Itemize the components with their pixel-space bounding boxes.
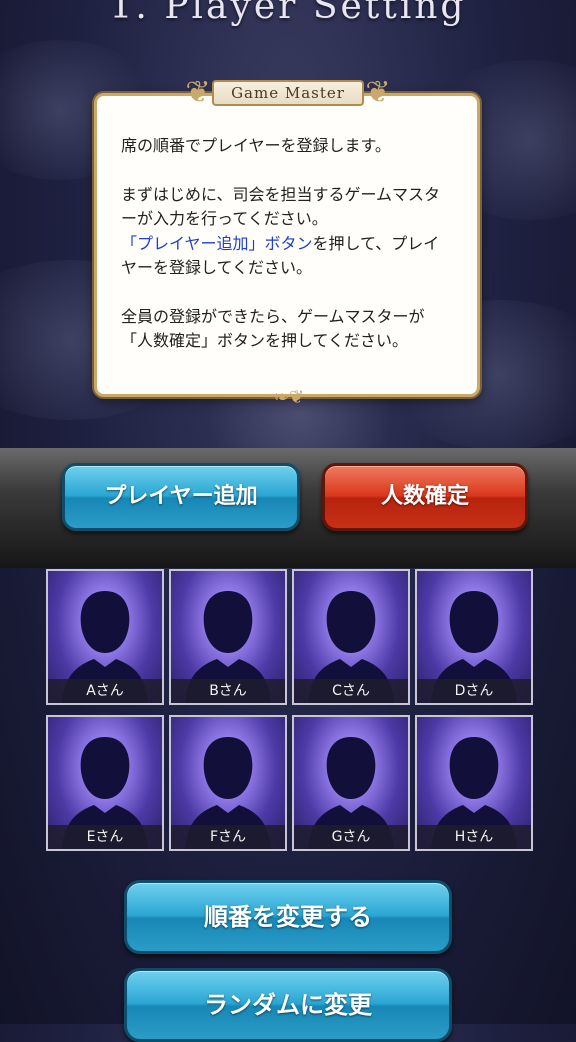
player-slot-b[interactable]: Bさん bbox=[169, 569, 287, 705]
action-bar: プレイヤー追加 人数確定 bbox=[0, 448, 576, 568]
instruction-paragraph-2: まずはじめに、司会を担当するゲームマスターが入力を行ってください。 「プレイヤー… bbox=[121, 183, 453, 281]
player-slot-d[interactable]: Dさん bbox=[415, 569, 533, 705]
instruction-line-2: まずはじめに、司会を担当するゲームマスターが入力を行ってください。 bbox=[121, 184, 441, 229]
player-name: Dさん bbox=[417, 679, 531, 703]
game-master-label: Game Master bbox=[212, 80, 364, 106]
player-name: Hさん bbox=[417, 825, 531, 849]
player-name: Bさん bbox=[171, 679, 285, 703]
page-title: 1. Player Setting bbox=[109, 0, 467, 27]
confirm-count-button[interactable]: 人数確定 bbox=[322, 463, 528, 531]
instruction-line-4: 全員の登録ができたら、ゲームマスターが「人数確定」ボタンを押してください。 bbox=[121, 306, 425, 351]
player-slot-e[interactable]: Eさん bbox=[46, 715, 164, 851]
player-slot-g[interactable]: Gさん bbox=[292, 715, 410, 851]
player-name: Fさん bbox=[171, 825, 285, 849]
game-master-card: 席の順番でプレイヤーを登録します。 まずはじめに、司会を担当するゲームマスターが… bbox=[94, 93, 480, 397]
player-name: Cさん bbox=[294, 679, 408, 703]
player-name: Aさん bbox=[48, 679, 162, 703]
player-slot-h[interactable]: Hさん bbox=[415, 715, 533, 851]
player-slot-a[interactable]: Aさん bbox=[46, 569, 164, 705]
player-name: Eさん bbox=[48, 825, 162, 849]
player-name: Gさん bbox=[294, 825, 408, 849]
player-grid: Aさん Bさん Cさん Dさん Eさん Fさん Gさん Hさん bbox=[46, 569, 536, 859]
random-change-button[interactable]: ランダムに変更 bbox=[124, 968, 452, 1042]
add-player-button[interactable]: プレイヤー追加 bbox=[62, 463, 300, 531]
ornament-bottom-icon: ❧❦ bbox=[273, 387, 305, 408]
ornament-right-icon: ❦ bbox=[365, 75, 391, 110]
player-slot-f[interactable]: Fさん bbox=[169, 715, 287, 851]
game-master-banner: ❦ Game Master ❦ bbox=[178, 72, 398, 116]
player-slot-c[interactable]: Cさん bbox=[292, 569, 410, 705]
instruction-line-1: 席の順番でプレイヤーを登録します。 bbox=[121, 136, 391, 155]
instruction-add-button-ref: 「プレイヤー追加」ボタン bbox=[121, 233, 313, 253]
change-order-button[interactable]: 順番を変更する bbox=[124, 880, 452, 954]
